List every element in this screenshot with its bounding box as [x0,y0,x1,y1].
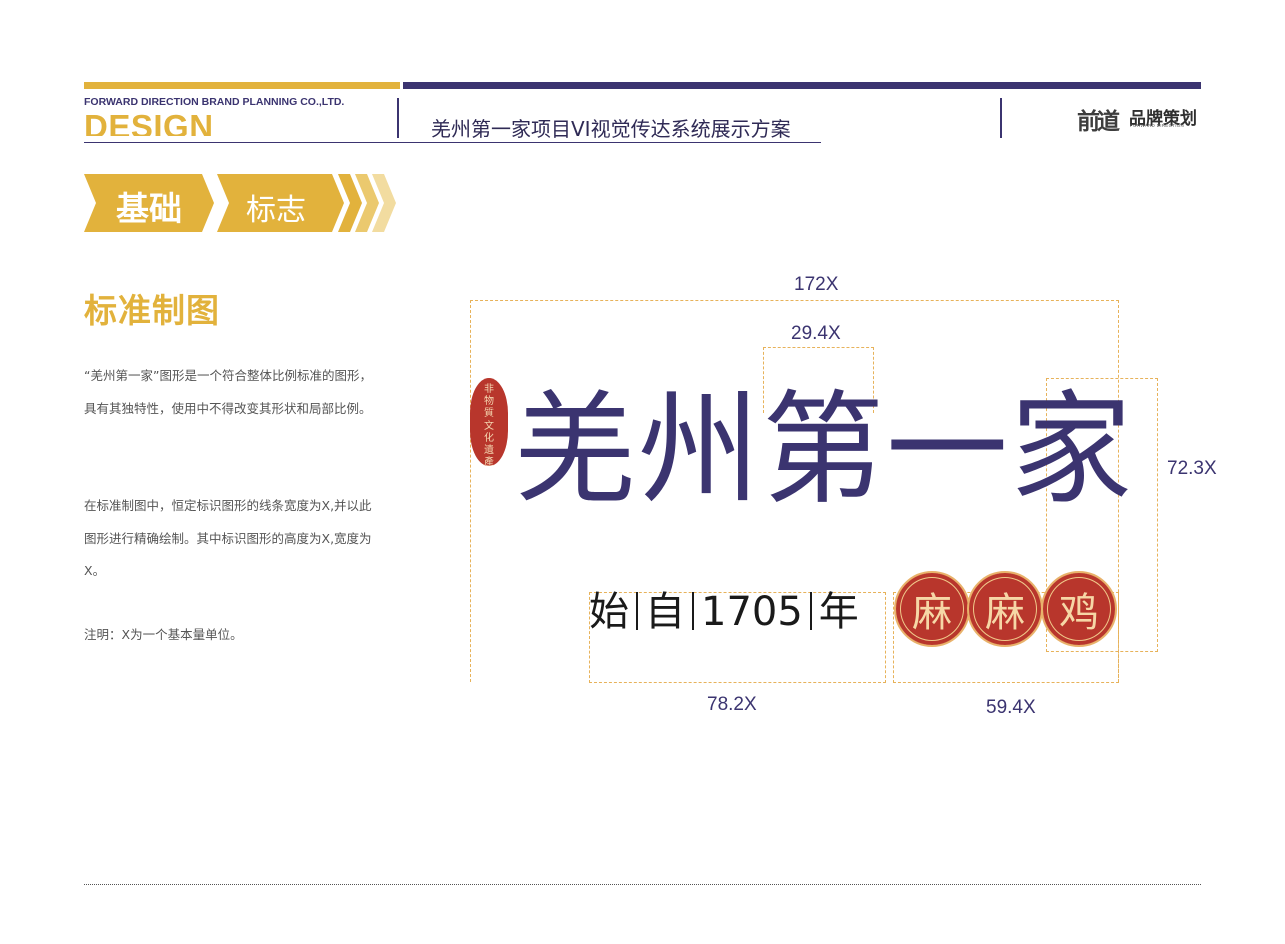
seal-char: 物 [484,396,494,408]
description-note: 注明：X为一个基本量单位。 [84,627,243,642]
logotype: 羌州第一家 [514,379,1134,521]
badge-disc: 麻 [967,571,1043,647]
design-wordmark: DESIGN [84,108,214,136]
footer-divider [84,884,1201,885]
company-name: FORWARD DIRECTION BRAND PLANNING CO.,LTD… [84,96,345,108]
slogan-separator [809,592,812,630]
seal-char: 非 [484,384,494,395]
badge-disc: 鸡 [1041,571,1117,647]
header-gold-bar [84,82,400,89]
description-paragraph-1: “羌州第一家”图形是一个符合整体比例标准的图形，具有其独特性，使用中不得改变其形… [84,368,372,416]
description-paragraph-2: 在标准制图中，恒定标识图形的线条宽度为X,并以此图形进行精确绘制。其中标识图形的… [84,498,385,578]
seal-char: 質 [484,408,494,420]
seal-char: 化 [484,432,494,444]
dim-badge-width: 59.4X [986,697,1036,718]
brand-logo-mark: 前道 [1077,109,1120,135]
slogan-separator [692,592,694,630]
dim-total-width: 172X [794,274,839,295]
seal-char: 遺 [484,445,494,457]
header-divider-left [397,98,399,138]
dim-glyph-width: 29.4X [791,323,841,344]
slogan-separator [636,592,638,630]
header-underline [84,142,821,143]
heritage-seal: 非 物 質 文 化 遺 產 [470,378,508,469]
header-navy-bar [403,82,1201,89]
slogan-part: 自 [645,589,685,635]
banner-primary-label: 基础 [116,189,182,228]
slogan-part: 1705 [701,589,803,635]
banner-secondary-label: 标志 [246,193,306,228]
brand-logo-english: FORWARD DIRECTION [1130,123,1185,128]
seal-char: 文 [484,420,494,432]
section-heading: 标准制图 [84,291,220,330]
header-divider-right [1000,98,1002,138]
badge-disc: 麻 [894,571,970,647]
seal-char: 產 [484,457,494,469]
project-title: 羌州第一家项目VI视觉传达系统展示方案 [431,117,791,141]
slogan: 始自 1705 年 [589,586,859,638]
slogan-part: 年 [818,589,859,635]
dim-height: 72.3X [1167,458,1217,479]
dim-slogan-width: 78.2X [707,694,757,715]
slogan-part: 始 [589,589,629,635]
